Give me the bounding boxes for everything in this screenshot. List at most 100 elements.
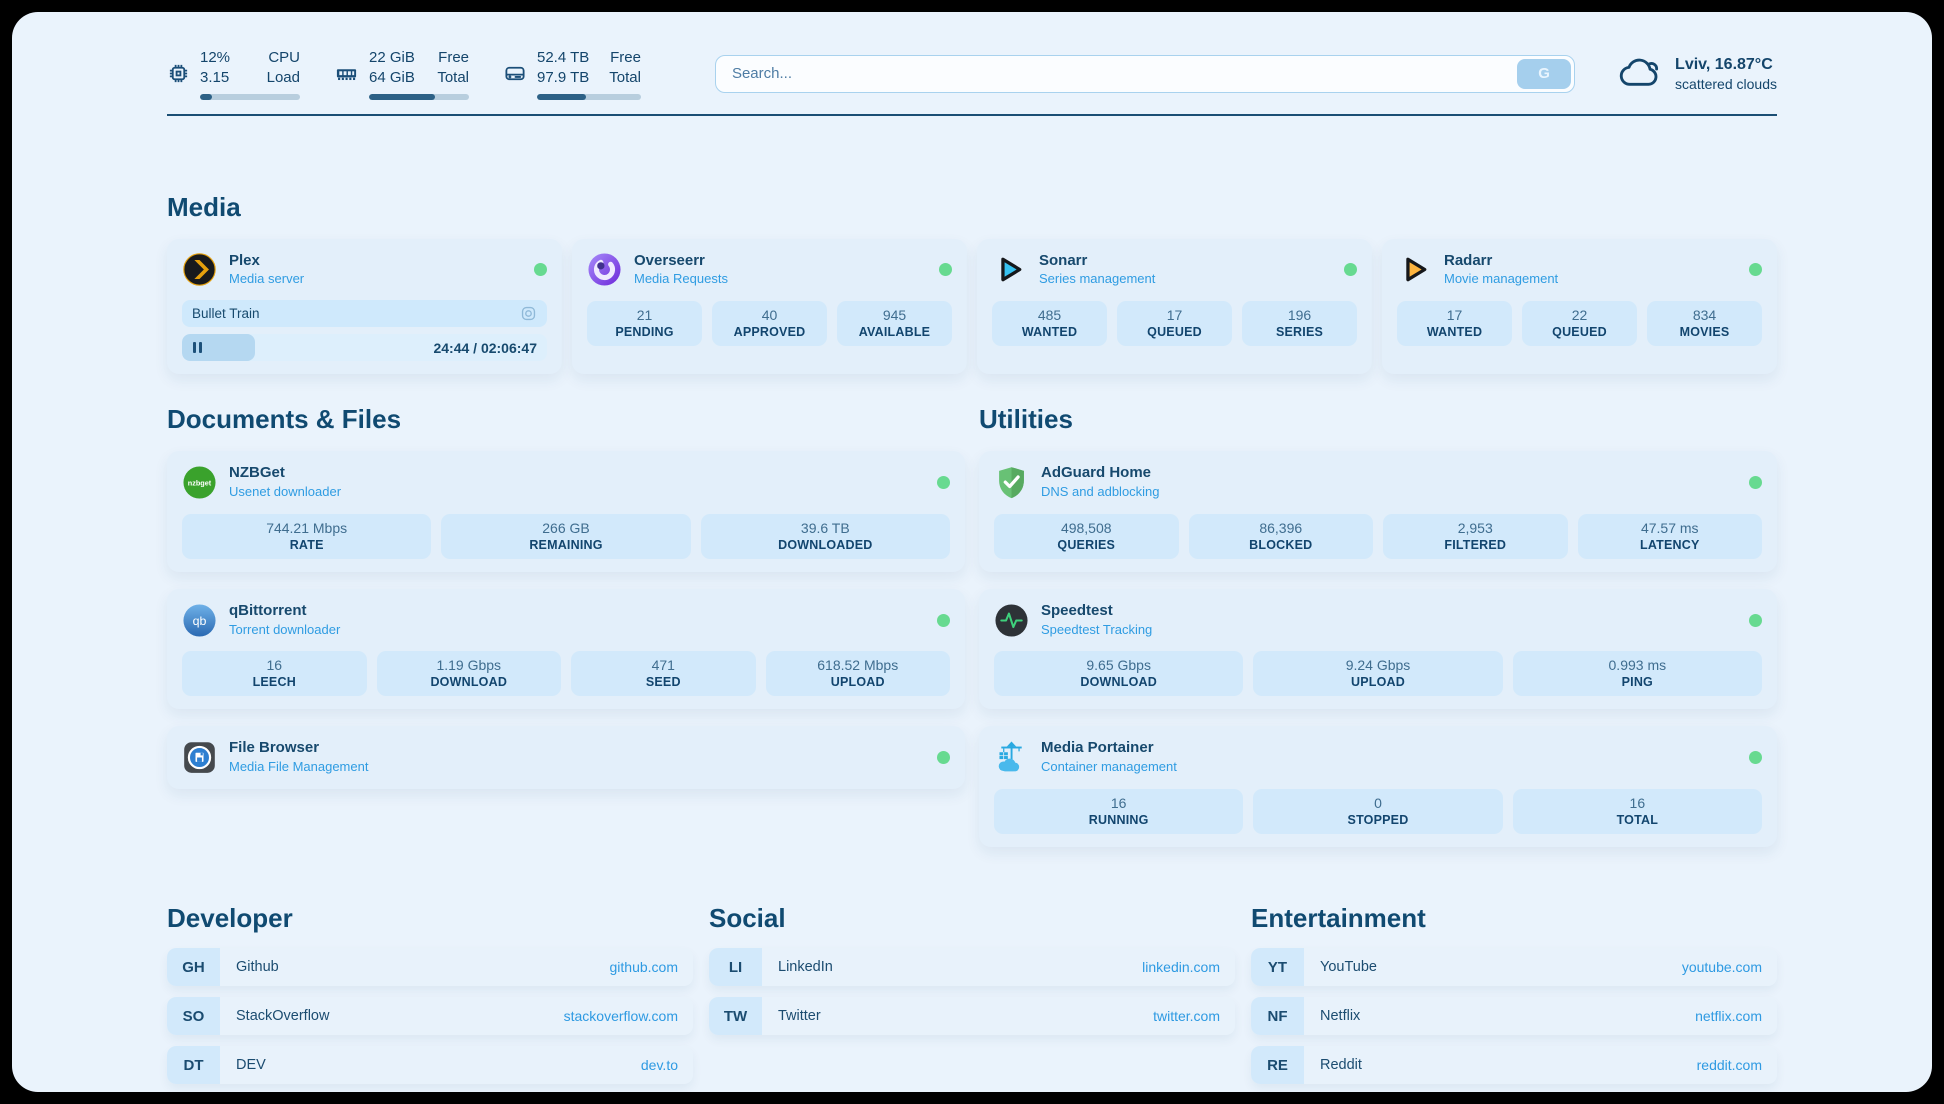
bookmark-youtube[interactable]: YT YouTube youtube.com [1251, 948, 1777, 986]
stat-box: 9.24 Gbps UPLOAD [1253, 651, 1502, 696]
bookmark-name: StackOverflow [236, 1008, 329, 1024]
stat-box: 485 WANTED [992, 301, 1107, 346]
service-card-adguard[interactable]: AdGuard Home DNS and adblocking 498,508 … [979, 451, 1777, 572]
stat-value: 0.993 ms [1517, 657, 1758, 673]
bookmark-dev[interactable]: DT DEV dev.to [167, 1046, 693, 1084]
service-title: qBittorrent [229, 602, 340, 621]
bookmark-url[interactable]: youtube.com [1682, 959, 1762, 975]
section-title-developer: Developer [167, 903, 693, 934]
bookmark-netflix[interactable]: NF Netflix netflix.com [1251, 997, 1777, 1035]
service-card-radarr[interactable]: Radarr Movie management 17 WANTED 22 QUE… [1382, 239, 1777, 375]
section-documents: Documents & Files nzbget [167, 404, 965, 847]
bookmark-url[interactable]: dev.to [641, 1057, 678, 1073]
bookmark-url[interactable]: netflix.com [1695, 1008, 1762, 1024]
bookmark-url[interactable]: twitter.com [1153, 1008, 1220, 1024]
service-subtitle: Media server [229, 271, 304, 288]
bookmark-abbr: NF [1251, 997, 1304, 1035]
bookmark-abbr: YT [1251, 948, 1304, 986]
stat-value: 17 [1401, 307, 1508, 323]
stat-value: 9.65 Gbps [998, 657, 1239, 673]
service-card-qbittorrent[interactable]: qb qBittorrent Torrent downloader [167, 589, 965, 710]
stat-label: UPLOAD [1257, 675, 1498, 689]
service-card-sonarr[interactable]: Sonarr Series management 485 WANTED 17 Q… [977, 239, 1372, 375]
bookmark-name: YouTube [1320, 959, 1377, 975]
disk-label-1: Free [609, 48, 641, 68]
service-card-plex[interactable]: Plex Media server Bullet Train [167, 239, 562, 375]
bookmark-name: LinkedIn [778, 959, 833, 975]
bookmark-abbr: TW [709, 997, 762, 1035]
status-dot [937, 476, 950, 489]
service-card-nzbget[interactable]: nzbget NZBGet Usenet downloader 74 [167, 451, 965, 572]
now-playing-title: Bullet Train [192, 306, 260, 321]
status-dot [937, 751, 950, 764]
section-title-entertainment: Entertainment [1251, 903, 1777, 934]
cloud-icon [1617, 52, 1663, 95]
stat-box: 86,396 BLOCKED [1189, 514, 1374, 559]
service-subtitle: Torrent downloader [229, 622, 340, 639]
bookmark-abbr: DT [167, 1046, 220, 1084]
stat-box: 22 QUEUED [1522, 301, 1637, 346]
ram-total-value: 64 GiB [369, 68, 415, 88]
service-title: NZBGet [229, 464, 341, 483]
stat-box: 744.21 Mbps RATE [182, 514, 431, 559]
qbittorrent-icon: qb [182, 603, 217, 638]
search-input[interactable] [715, 55, 1575, 93]
status-dot [1749, 751, 1762, 764]
bookmark-url[interactable]: reddit.com [1697, 1057, 1762, 1073]
section-title-social: Social [709, 903, 1235, 934]
service-card-filebrowser[interactable]: File Browser Media File Management [167, 726, 965, 789]
service-title: Sonarr [1039, 252, 1155, 271]
service-card-speedtest[interactable]: Speedtest Speedtest Tracking 9.65 Gbps D… [979, 589, 1777, 710]
bookmark-twitter[interactable]: TW Twitter twitter.com [709, 997, 1235, 1035]
stat-value: 39.6 TB [705, 520, 946, 536]
stat-value: 86,396 [1193, 520, 1370, 536]
cpu-label-1: CPU [267, 48, 300, 68]
section-utilities: Utilities [979, 404, 1777, 847]
stat-box: 498,508 QUERIES [994, 514, 1179, 559]
portainer-crane-icon [994, 740, 1029, 775]
overseerr-icon [587, 252, 622, 287]
bookmark-abbr: SO [167, 997, 220, 1035]
section-entertainment: Entertainment YT YouTube youtube.com NF … [1251, 903, 1777, 1084]
stat-box: 1.19 Gbps DOWNLOAD [377, 651, 562, 696]
stat-value: 17 [1121, 307, 1228, 323]
stat-value: 196 [1246, 307, 1353, 323]
stat-box: 16 RUNNING [994, 789, 1243, 834]
stat-box: 0.993 ms PING [1513, 651, 1762, 696]
service-title: Radarr [1444, 252, 1558, 271]
bookmark-name: DEV [236, 1057, 266, 1073]
section-media: Media Plex Media server [167, 192, 1777, 375]
service-subtitle: Series management [1039, 271, 1155, 288]
pause-icon[interactable] [193, 342, 202, 353]
bookmark-linkedin[interactable]: LI LinkedIn linkedin.com [709, 948, 1235, 986]
section-social: Social LI LinkedIn linkedin.com TW Twitt… [709, 903, 1235, 1084]
ram-free-value: 22 GiB [369, 48, 415, 68]
radarr-icon [1397, 252, 1432, 287]
dashboard-page: 12% 3.15 CPU Load [12, 12, 1932, 1092]
playback-progress-bar[interactable]: 24:44 / 02:06:47 [182, 334, 547, 361]
bookmark-github[interactable]: GH Github github.com [167, 948, 693, 986]
stat-label: RUNNING [998, 813, 1239, 827]
bookmark-url[interactable]: stackoverflow.com [564, 1008, 678, 1024]
stat-value: 471 [575, 657, 752, 673]
bookmark-url[interactable]: github.com [610, 959, 678, 975]
bookmark-stackoverflow[interactable]: SO StackOverflow stackoverflow.com [167, 997, 693, 1035]
service-card-overseerr[interactable]: Overseerr Media Requests 21 PENDING 40 A… [572, 239, 967, 375]
stat-box: 0 STOPPED [1253, 789, 1502, 834]
service-subtitle: DNS and adblocking [1041, 484, 1160, 501]
weather-widget: Lviv, 16.87°C scattered clouds [1617, 52, 1777, 95]
service-card-portainer[interactable]: Media Portainer Container management 16 … [979, 726, 1777, 847]
bookmark-reddit[interactable]: RE Reddit reddit.com [1251, 1046, 1777, 1084]
stat-value: 1.19 Gbps [381, 657, 558, 673]
search-engine-button[interactable]: G [1517, 59, 1571, 89]
stat-box: 834 MOVIES [1647, 301, 1762, 346]
bookmark-url[interactable]: linkedin.com [1142, 959, 1220, 975]
stat-label: PING [1517, 675, 1758, 689]
service-title: Speedtest [1041, 602, 1152, 621]
stat-value: 22 [1526, 307, 1633, 323]
service-title: Overseerr [634, 252, 728, 271]
section-developer: Developer GH Github github.com SO StackO… [167, 903, 693, 1084]
section-title-utilities: Utilities [979, 404, 1777, 435]
svg-text:nzbget: nzbget [188, 478, 212, 487]
topbar-divider [167, 114, 1777, 116]
